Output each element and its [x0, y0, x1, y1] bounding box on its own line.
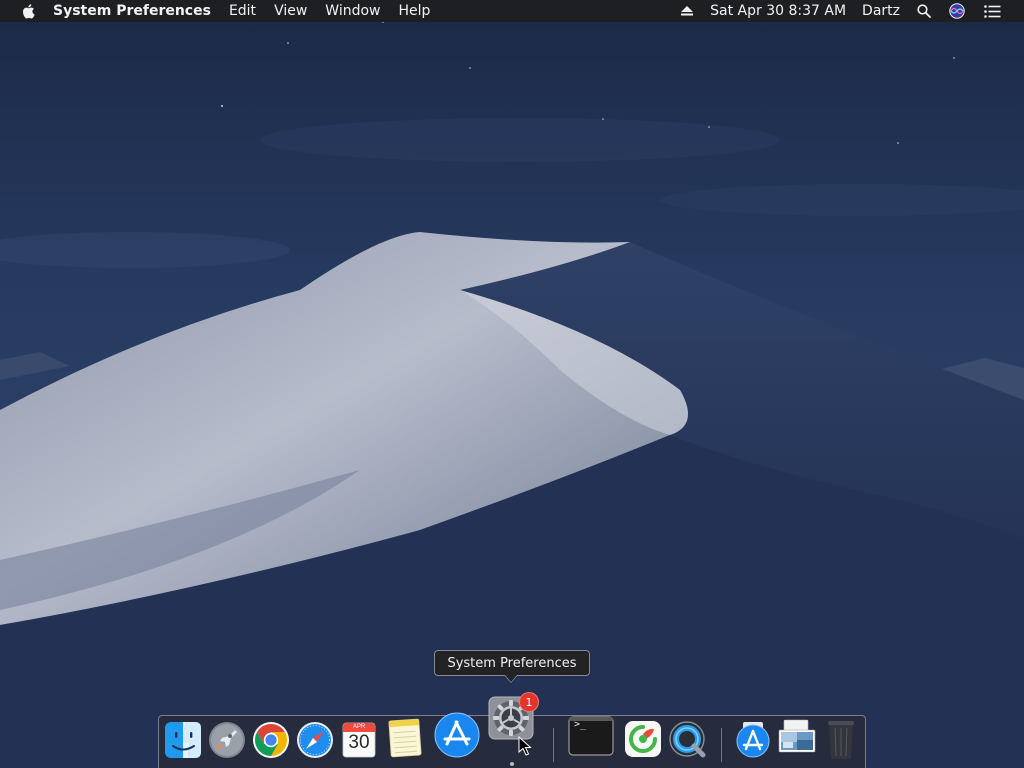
menu-app-name[interactable]: System Preferences	[53, 0, 211, 22]
safari-icon[interactable]	[296, 721, 336, 761]
chrome-icon[interactable]	[252, 721, 292, 761]
terminal-prompt-label: >_	[574, 719, 587, 730]
quicktime-icon[interactable]	[668, 720, 708, 760]
notification-center-icon[interactable]	[983, 0, 1001, 22]
dock-separator	[553, 728, 554, 762]
eject-icon[interactable]	[680, 0, 694, 22]
documents-stack-icon[interactable]	[777, 718, 817, 758]
menu-clock[interactable]: Sat Apr 30 8:37 AM	[710, 0, 846, 22]
launchpad-icon[interactable]	[208, 721, 248, 761]
spotlight-search-icon[interactable]	[916, 0, 932, 22]
notification-badge: 1	[519, 692, 539, 712]
app-store-icon[interactable]	[434, 712, 480, 758]
calendar-month-label: APR	[352, 724, 366, 730]
downloads-stack-icon[interactable]	[734, 720, 774, 760]
finder-icon[interactable]	[164, 721, 204, 761]
notification-badge-count: 1	[525, 695, 533, 709]
terminal-icon[interactable]: >_	[568, 716, 614, 756]
dock-separator	[721, 728, 722, 762]
trash-icon[interactable]	[822, 718, 862, 759]
menu-help[interactable]: Help	[399, 0, 431, 22]
apple-logo-icon[interactable]	[17, 0, 39, 22]
tooltip-arrow-fill	[505, 675, 517, 682]
menu-bar: System Preferences Edit View Window Help…	[0, 0, 1024, 22]
menu-bar-left: System Preferences Edit View Window Help	[0, 0, 448, 22]
dock-tooltip-text: System Preferences	[447, 655, 577, 671]
menu-edit[interactable]: Edit	[229, 0, 256, 22]
menu-view[interactable]: View	[274, 0, 307, 22]
menu-bar-status: Sat Apr 30 8:37 AM Dartz	[680, 0, 1024, 22]
menu-user-name[interactable]: Dartz	[862, 0, 900, 22]
calendar-day-label: 30	[348, 732, 370, 753]
mouse-pointer-icon	[518, 736, 532, 756]
running-indicator-dot	[510, 762, 514, 766]
siri-icon[interactable]	[949, 0, 965, 22]
desktop: System Preferences Edit View Window Help…	[0, 0, 1024, 768]
calendar-icon[interactable]: APR 30	[340, 721, 380, 761]
menu-window[interactable]: Window	[325, 0, 380, 22]
dock-tooltip: System Preferences	[434, 650, 590, 676]
green-app-icon[interactable]	[624, 720, 664, 760]
notes-icon[interactable]	[386, 717, 426, 758]
